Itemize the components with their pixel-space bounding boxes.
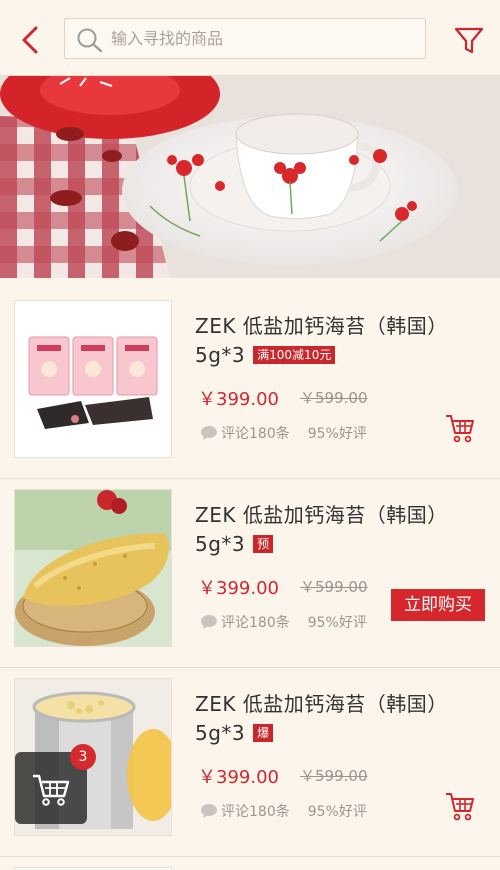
floating-cart-button[interactable]: 3 [15, 744, 96, 824]
product-title[interactable]: ZEK 低盐加钙海苔（韩国）5g*3 预 [195, 501, 485, 559]
product-image[interactable] [14, 300, 172, 458]
top-bar [0, 0, 500, 76]
product-meta: 评论180条 95%好评 [200, 423, 367, 443]
presale-tag: 预 [253, 535, 274, 553]
search-icon [77, 28, 103, 53]
cart-icon [33, 774, 70, 806]
original-price: ￥599.00 [300, 767, 368, 785]
price: ￥399.00 [198, 578, 279, 599]
promo-banner[interactable] [0, 76, 500, 278]
product-meta: 评论180条 95%好评 [200, 801, 367, 821]
comment-icon [201, 426, 217, 440]
cart-count-badge: 3 [70, 744, 96, 770]
search-input[interactable] [111, 19, 411, 58]
rating: 95%好评 [307, 615, 367, 631]
hot-tag: 爆 [253, 724, 274, 742]
original-price: ￥599.00 [300, 389, 368, 407]
comment-count: 评论180条 [221, 615, 290, 631]
back-icon[interactable] [14, 22, 50, 58]
comment-icon [201, 804, 217, 818]
comment-icon [201, 615, 217, 629]
price: ￥399.00 [198, 767, 279, 788]
rating: 95%好评 [307, 804, 367, 820]
product-meta: 评论180条 95%好评 [200, 612, 367, 632]
add-to-cart-icon[interactable] [444, 412, 476, 444]
product-item-partial[interactable] [0, 857, 500, 870]
banner-image [0, 76, 500, 278]
buy-now-button[interactable]: 立即购买 [391, 589, 485, 621]
rating: 95%好评 [307, 426, 367, 442]
product-title-text: ZEK 低盐加钙海苔（韩国）5g*3 [195, 503, 448, 556]
product-title[interactable]: ZEK 低盐加钙海苔（韩国）5g*3 满100减10元 [195, 312, 485, 370]
comment-count: 评论180条 [221, 804, 290, 820]
add-to-cart-icon[interactable] [444, 790, 476, 822]
product-item[interactable]: ZEK 低盐加钙海苔（韩国）5g*3 满100减10元 ￥399.00 ￥599.… [0, 290, 500, 479]
product-item[interactable]: ZEK 低盐加钙海苔（韩国）5g*3 预 ￥399.00 ￥599.00 评论18… [0, 479, 500, 668]
filter-icon[interactable] [452, 23, 486, 57]
product-title-text: ZEK 低盐加钙海苔（韩国）5g*3 [195, 692, 448, 745]
original-price: ￥599.00 [300, 578, 368, 596]
search-box[interactable] [64, 18, 426, 59]
promo-tag: 满100减10元 [253, 346, 336, 364]
comment-count: 评论180条 [221, 426, 290, 442]
product-title[interactable]: ZEK 低盐加钙海苔（韩国）5g*3 爆 [195, 690, 485, 748]
product-image[interactable] [14, 489, 172, 647]
price: ￥399.00 [198, 389, 279, 410]
